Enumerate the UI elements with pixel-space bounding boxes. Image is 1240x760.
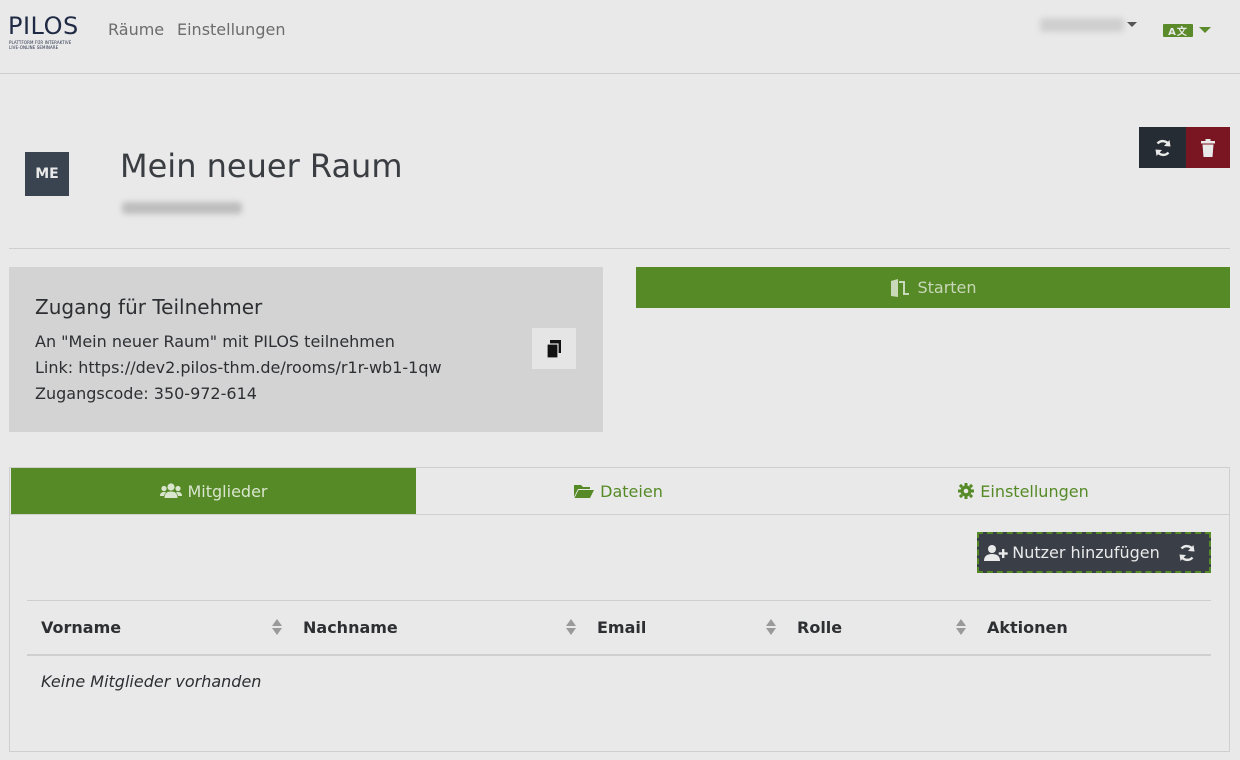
room-title: Mein neuer Raum	[120, 147, 403, 185]
sort-icon[interactable]	[766, 618, 776, 636]
navbar: PILOS PLATTFORM FÜR INTERAKTIVE LIVE-ONL…	[0, 0, 1240, 74]
pilos-logo[interactable]: PILOS PLATTFORM FÜR INTERAKTIVE LIVE-ONL…	[8, 12, 88, 52]
column-header-role[interactable]: Rolle	[797, 618, 842, 637]
add-user-button[interactable]: Nutzer hinzufügen	[979, 534, 1165, 571]
tab-files[interactable]: Dateien	[416, 468, 821, 514]
sort-icon[interactable]	[566, 618, 576, 636]
tab-members[interactable]: Mitglieder	[11, 468, 416, 514]
users-icon	[159, 483, 182, 498]
logo-subtitle: PLATTFORM FÜR INTERAKTIVE LIVE-ONLINE SE…	[9, 40, 71, 50]
sort-icon[interactable]	[956, 618, 966, 636]
add-user-label: Nutzer hinzufügen	[1012, 543, 1160, 562]
delete-room-button[interactable]	[1186, 127, 1230, 168]
language-caret-icon[interactable]	[1199, 27, 1211, 33]
logo-subtitle-line2: LIVE-ONLINE SEMINARE	[9, 45, 59, 50]
tab-bar: Mitglieder Dateien Einstellungen	[10, 468, 1229, 515]
column-header-firstname[interactable]: Vorname	[41, 618, 121, 637]
column-header-lastname[interactable]: Nachname	[303, 618, 398, 637]
copy-invitation-button[interactable]	[532, 328, 576, 369]
tab-settings-label: Einstellungen	[980, 481, 1089, 501]
copy-icon	[546, 339, 561, 358]
nav-link-settings[interactable]: Einstellungen	[177, 20, 285, 39]
empty-members-message: Keine Mitglieder vorhanden	[41, 672, 262, 691]
tab-files-label: Dateien	[600, 481, 663, 501]
sort-icon[interactable]	[272, 618, 282, 636]
access-invite-text: An "Mein neuer Raum" mit PILOS teilnehme…	[35, 332, 395, 351]
language-icon[interactable]: A文	[1163, 24, 1193, 38]
user-plus-icon	[984, 544, 1008, 561]
column-header-email[interactable]: Email	[597, 618, 646, 637]
folder-open-icon	[574, 485, 595, 498]
column-header-actions: Aktionen	[987, 618, 1068, 637]
trash-icon	[1201, 138, 1215, 157]
member-actions-group: Nutzer hinzufügen	[977, 532, 1211, 573]
table-header-border	[27, 654, 1211, 656]
door-open-icon	[891, 278, 910, 297]
room-owner-name	[122, 202, 242, 214]
access-code-text: Zugangscode: 350-972-614	[35, 384, 257, 403]
tab-members-label: Mitglieder	[187, 481, 268, 501]
table-top-border	[27, 600, 1211, 601]
reload-room-button[interactable]	[1139, 127, 1186, 168]
tab-settings[interactable]: Einstellungen	[821, 468, 1226, 514]
start-meeting-label: Starten	[917, 278, 977, 297]
room-tabs: Mitglieder Dateien Einstellungen Nutzer …	[9, 467, 1230, 752]
user-menu-name[interactable]	[1040, 18, 1124, 32]
cog-icon	[958, 483, 975, 499]
user-menu-caret-icon[interactable]	[1127, 22, 1137, 27]
header-divider	[9, 248, 1230, 249]
sync-icon	[1179, 544, 1195, 561]
access-link-text: Link: https://dev2.pilos-thm.de/rooms/r1…	[35, 358, 442, 377]
logo-text: PILOS	[8, 12, 79, 40]
sync-icon	[1155, 139, 1170, 156]
room-avatar: ME	[25, 152, 69, 196]
access-card: Zugang für Teilnehmer An "Mein neuer Rau…	[9, 267, 603, 432]
access-card-title: Zugang für Teilnehmer	[35, 295, 263, 319]
start-meeting-button[interactable]: Starten	[636, 267, 1230, 308]
reload-members-button[interactable]	[1165, 534, 1209, 571]
nav-link-rooms[interactable]: Räume	[108, 20, 164, 39]
